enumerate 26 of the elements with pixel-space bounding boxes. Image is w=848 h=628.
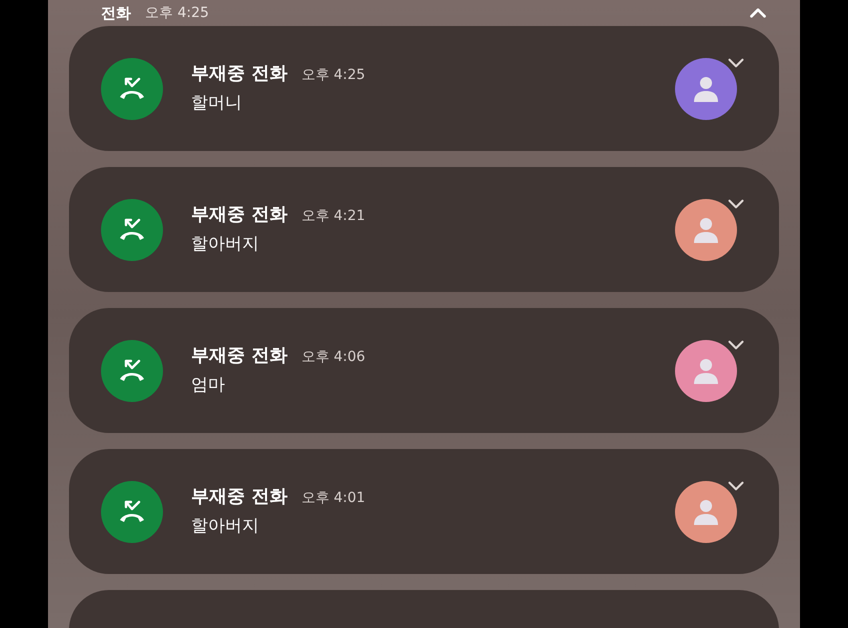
caller-name: 엄마 (191, 374, 226, 398)
notification-title: 부재중 전화 (191, 344, 288, 368)
notification-time: 오후 4:01 (301, 489, 366, 508)
notification-card[interactable]: 부재중 전화 오후 4:21 할아버지 (69, 167, 779, 292)
person-icon (693, 356, 719, 384)
missed-call-icon (118, 76, 146, 102)
notification-time: 오후 4:06 (301, 348, 366, 368)
group-time: 오후 4:25 (145, 4, 209, 22)
caller-name: 할머니 (191, 92, 243, 116)
notification-card[interactable]: 부재중 전화 오후 4:25 할머니 (69, 26, 779, 151)
missed-call-icon (118, 358, 146, 384)
missed-call-icon (118, 498, 146, 524)
notification-time: 오후 4:25 (301, 66, 366, 86)
person-icon (693, 74, 719, 102)
notification-time: 오후 4:21 (301, 207, 366, 226)
caller-name: 할아버지 (191, 515, 260, 538)
group-title: 전화 (101, 2, 131, 24)
person-icon (693, 216, 719, 244)
notification-card[interactable]: 부재중 전화 오후 4:06 엄마 (69, 308, 779, 433)
notification-title: 부재중 전화 (191, 62, 288, 86)
notification-title: 부재중 전화 (191, 203, 288, 228)
notification-title: 부재중 전화 (191, 485, 288, 510)
caller-name: 할아버지 (191, 233, 260, 256)
missed-call-icon (118, 216, 146, 242)
notification-card[interactable]: 부재중 전화 오후 4:01 할아버지 (69, 449, 779, 574)
person-icon (693, 498, 719, 526)
